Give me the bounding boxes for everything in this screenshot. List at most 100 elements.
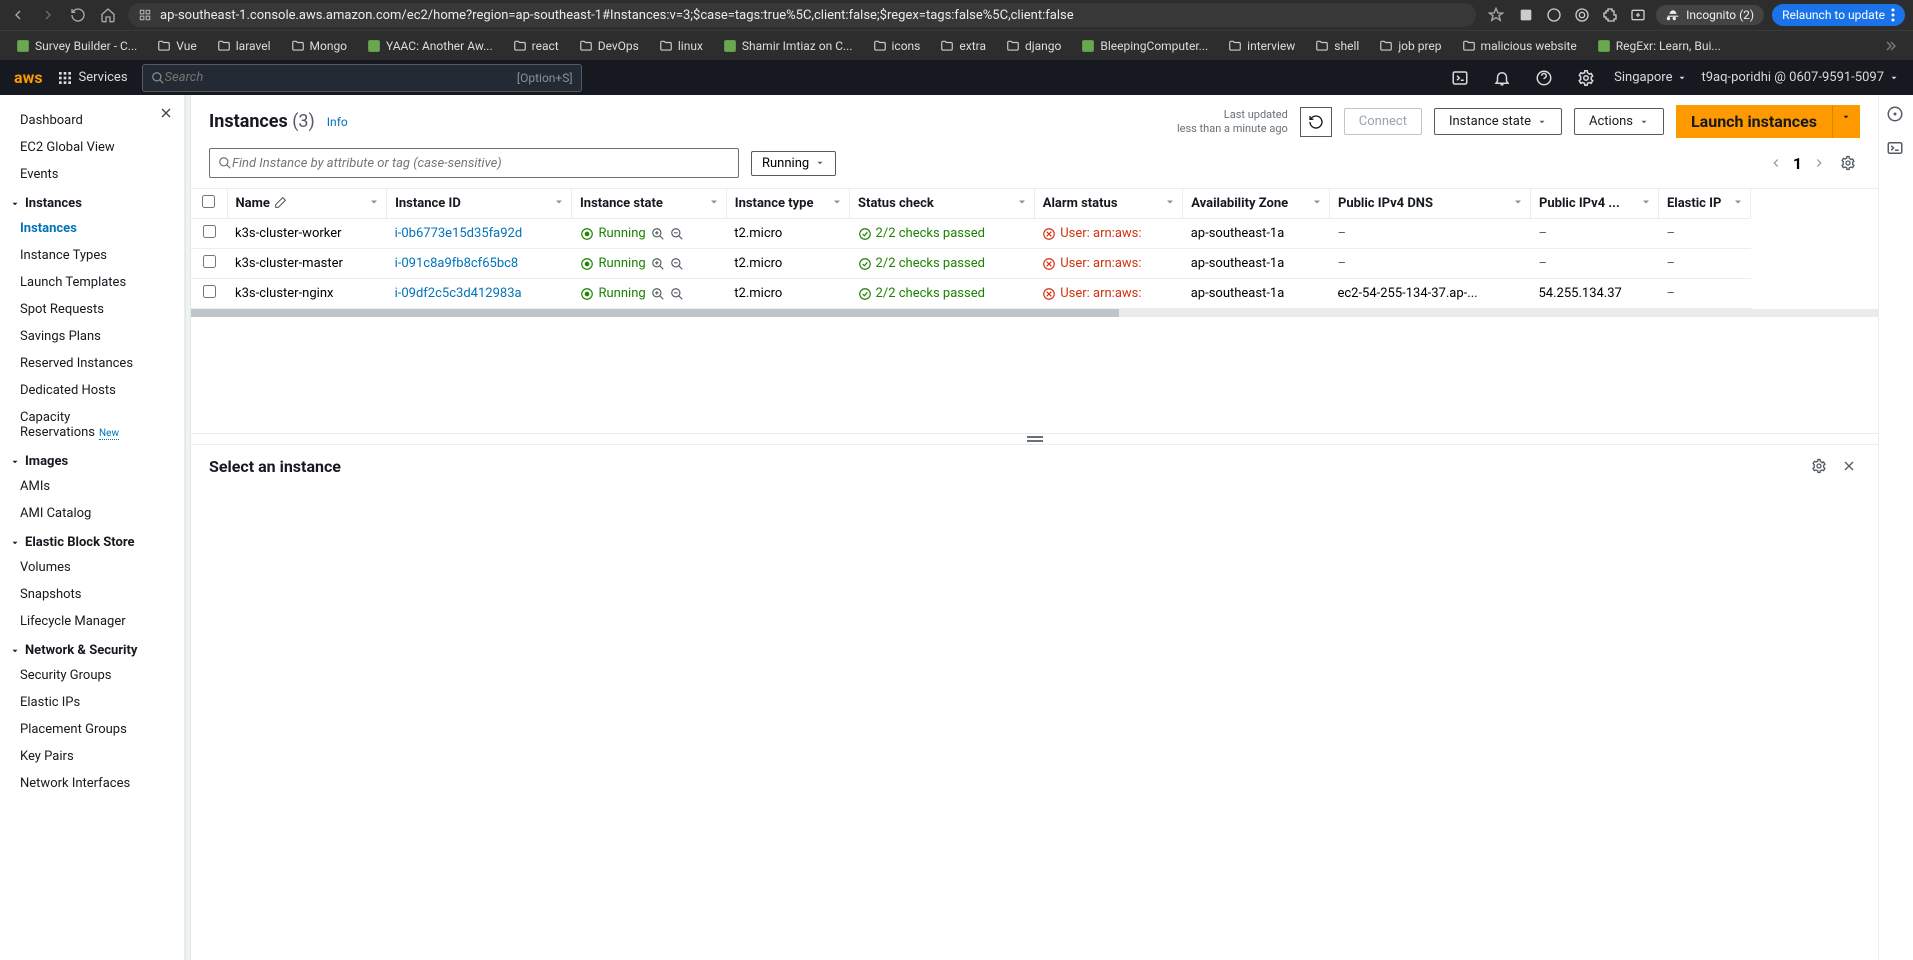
browser-url-bar[interactable]: ap-southeast-1.console.aws.amazon.com/ec… [128,3,1476,27]
bookmark-item[interactable]: extra [932,36,994,56]
zoom-in-icon[interactable] [651,227,665,241]
sidebar-item[interactable]: Reserved Instances [8,350,176,377]
aws-search-input[interactable] [165,70,517,85]
sidebar-item[interactable]: Placement Groups [8,716,176,743]
cell-instance-id[interactable]: i-091c8a9fb8cf65bc8 [387,249,572,279]
relaunch-button[interactable]: Relaunch to update [1772,4,1905,26]
region-selector[interactable]: Singapore [1614,70,1687,85]
column-filter-icon[interactable] [553,196,565,208]
sidebar-item[interactable]: Events [8,161,176,188]
zoom-in-icon[interactable] [651,257,665,271]
refresh-button[interactable] [1300,107,1332,137]
bookmark-item[interactable]: laravel [209,36,279,56]
notifications-icon[interactable] [1488,64,1516,92]
bookmark-item[interactable]: malicious website [1454,36,1585,56]
zoom-out-icon[interactable] [670,287,684,301]
sidebar-item[interactable]: Capacity ReservationsNew [8,404,176,446]
row-checkbox[interactable] [203,225,216,238]
column-filter-icon[interactable] [1016,196,1028,208]
bookmark-item[interactable]: react [505,36,567,56]
pager-prev[interactable] [1769,156,1783,170]
sidebar-item[interactable]: Key Pairs [8,743,176,770]
sidebar-item[interactable]: Security Groups [8,662,176,689]
bookmarks-overflow[interactable] [1873,34,1905,58]
bookmark-item[interactable]: YAAC: Another Aw... [359,36,501,56]
cell-instance-id[interactable]: i-09df2c5c3d412983a [387,279,572,309]
rail-cloudshell-icon[interactable] [1886,139,1906,159]
bookmark-item[interactable]: shell [1307,36,1367,56]
column-filter-icon[interactable] [1640,196,1652,208]
sidebar-item[interactable]: Launch Templates [8,269,176,296]
incognito-badge[interactable]: Incognito (2) [1656,5,1764,25]
instance-state-button[interactable]: Instance state [1434,108,1562,135]
sidebar-item[interactable]: Dashboard [8,107,176,134]
bookmark-item[interactable]: BleepingComputer... [1073,36,1216,56]
sidebar-group-header[interactable]: Network & Security [8,635,176,662]
account-menu[interactable]: t9aq-poridhi @ 0607-9591-5097 [1701,70,1899,85]
column-filter-icon[interactable] [1512,196,1524,208]
sidebar-item[interactable]: AMI Catalog [8,500,176,527]
star-icon[interactable] [1486,5,1506,25]
aws-search[interactable]: [Option+S] [142,64,582,92]
column-header[interactable]: Availability Zone [1183,189,1330,219]
sidebar-item[interactable]: Snapshots [8,581,176,608]
table-row[interactable]: k3s-cluster-nginxi-09df2c5c3d412983aRunn… [191,279,1751,309]
bookmark-item[interactable]: job prep [1371,36,1449,56]
column-header[interactable]: Public IPv4 ... [1531,189,1659,219]
column-filter-icon[interactable] [1311,196,1323,208]
bookmark-item[interactable]: Shamir Imtiaz on C... [715,36,861,56]
bookmark-item[interactable]: Mongo [283,36,356,56]
extension-icon[interactable] [1572,5,1592,25]
browser-forward-button[interactable] [38,5,58,25]
sidebar-item[interactable]: AMIs [8,473,176,500]
zoom-out-icon[interactable] [670,257,684,271]
bookmark-item[interactable]: Vue [149,36,204,56]
sidebar-group-header[interactable]: Instances [8,188,176,215]
browser-reload-button[interactable] [68,5,88,25]
panel-resizer[interactable] [191,433,1878,445]
table-hscroll[interactable] [191,309,1878,317]
bookmark-item[interactable]: linux [651,36,711,56]
column-filter-icon[interactable] [708,196,720,208]
column-header[interactable]: Name [227,189,387,219]
site-info-icon[interactable] [138,8,152,22]
sidebar-item[interactable]: Instances [8,215,176,242]
info-link[interactable]: Info [327,115,348,129]
sidebar-group-header[interactable]: Images [8,446,176,473]
row-checkbox[interactable] [203,255,216,268]
connect-button[interactable]: Connect [1344,108,1422,135]
sidebar-item[interactable]: Spot Requests [8,296,176,323]
zoom-out-icon[interactable] [670,227,684,241]
sidebar-item[interactable]: Network Interfaces [8,770,176,797]
column-header[interactable]: Instance ID [387,189,572,219]
extension-icon[interactable] [1544,5,1564,25]
close-sidebar-button[interactable] [158,105,176,123]
row-checkbox[interactable] [203,285,216,298]
table-row[interactable]: k3s-cluster-masteri-091c8a9fb8cf65bc8Run… [191,249,1751,279]
sidebar-group-header[interactable]: Elastic Block Store [8,527,176,554]
column-header[interactable]: Status check [850,189,1035,219]
help-icon[interactable] [1530,64,1558,92]
column-header[interactable]: Elastic IP [1658,189,1750,219]
sidebar-item[interactable]: Lifecycle Manager [8,608,176,635]
column-header[interactable]: Instance state [572,189,727,219]
browser-home-button[interactable] [98,5,118,25]
edit-icon[interactable] [274,196,287,209]
table-settings-button[interactable] [1836,151,1860,175]
extensions-menu-icon[interactable] [1600,5,1620,25]
bookmark-item[interactable]: DevOps [571,36,647,56]
services-menu[interactable]: Services [57,70,128,86]
column-filter-icon[interactable] [1164,196,1176,208]
sidebar-item[interactable]: Elastic IPs [8,689,176,716]
browser-back-button[interactable] [8,5,28,25]
rail-info-icon[interactable] [1886,105,1906,125]
instance-search[interactable] [209,148,739,178]
running-filter[interactable]: Running [751,151,836,176]
column-header[interactable]: Public IPv4 DNS [1329,189,1530,219]
sidebar-item[interactable]: Instance Types [8,242,176,269]
select-all-checkbox[interactable] [202,195,215,208]
launch-instances-dropdown[interactable] [1832,105,1860,138]
pager-next[interactable] [1812,156,1826,170]
sidebar-item[interactable]: EC2 Global View [8,134,176,161]
instance-search-input[interactable] [232,156,730,171]
